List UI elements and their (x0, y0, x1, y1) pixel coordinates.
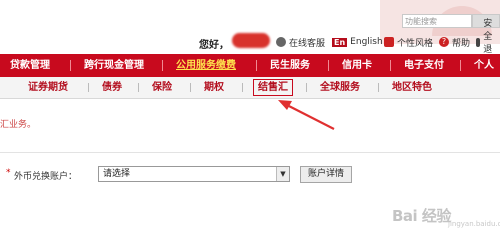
arrow-head (278, 100, 292, 110)
arrow-shaft (282, 102, 335, 130)
watermark-logo: Bai 经验 (392, 207, 451, 225)
annotation-arrow (278, 100, 335, 130)
watermark-url: jingyan.baidu.com (448, 220, 500, 228)
